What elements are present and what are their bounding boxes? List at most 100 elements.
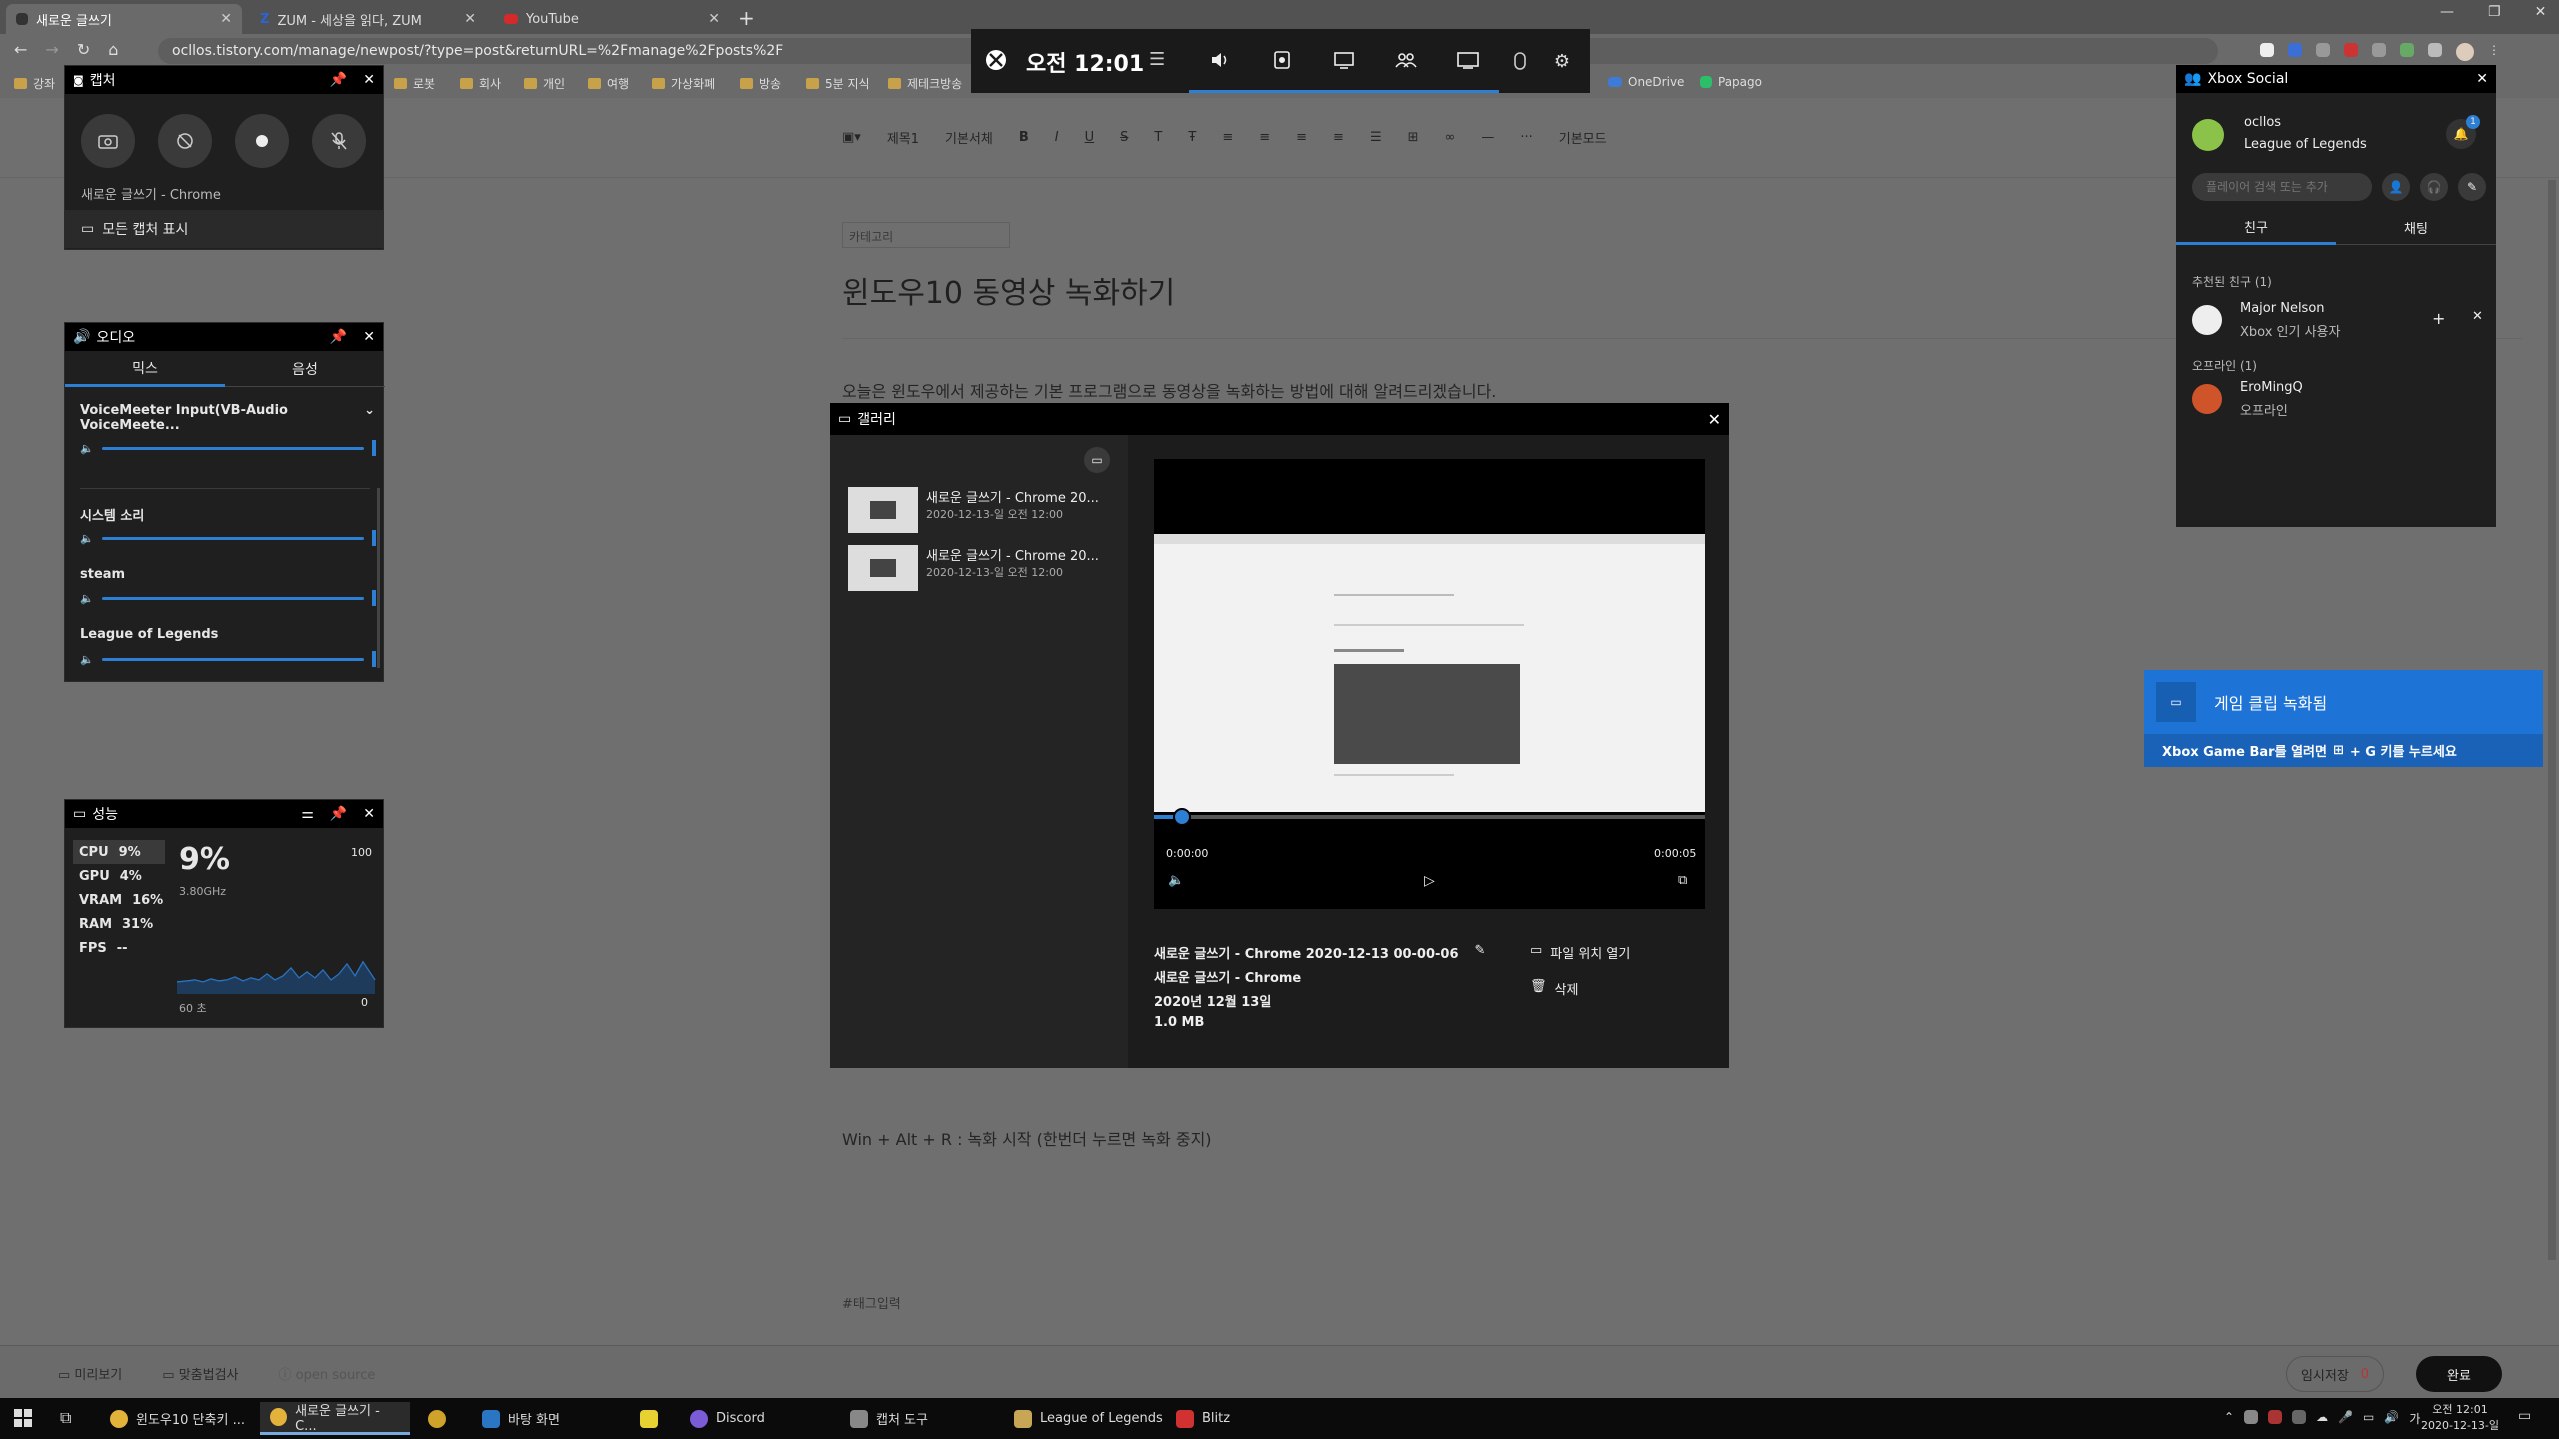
close-icon[interactable]: ✕: [363, 806, 375, 822]
fullscreen-icon[interactable]: ⧉: [1678, 873, 1687, 888]
bookmark-folder[interactable]: 로봇: [394, 75, 435, 92]
record-last-button[interactable]: [158, 114, 212, 168]
search-field[interactable]: [2192, 173, 2372, 201]
bookmark-papago[interactable]: Papago: [1700, 75, 1762, 89]
task-view-icon[interactable]: ⧉: [60, 1408, 71, 1428]
taskbar-item[interactable]: 캡처 도구: [840, 1402, 960, 1435]
player-search-input[interactable]: [2192, 173, 2372, 201]
text-bg-icon[interactable]: Ŧ: [1188, 130, 1196, 145]
profile-avatar[interactable]: [2456, 43, 2474, 61]
back-icon[interactable]: ←: [14, 40, 27, 59]
slider-thumb[interactable]: [371, 440, 376, 456]
taskbar-item[interactable]: 바탕 화면: [472, 1402, 602, 1435]
notifications-button[interactable]: 🔔 1: [2446, 115, 2480, 149]
bookmark-onedrive[interactable]: OneDrive: [1608, 75, 1684, 89]
close-icon[interactable]: ✕: [708, 11, 720, 27]
pin-icon[interactable]: 📌: [330, 329, 347, 345]
extension-icon[interactable]: [2288, 43, 2302, 57]
app-volume-slider[interactable]: 🔈: [80, 530, 376, 546]
device-volume-slider[interactable]: 🔈: [80, 440, 376, 456]
tab-new-post[interactable]: 새로운 글쓰기 ✕: [6, 4, 242, 34]
home-icon[interactable]: ⌂: [108, 40, 118, 59]
tab-youtube[interactable]: YouTube ✕: [494, 4, 730, 34]
tag-input[interactable]: #태그입력: [842, 1293, 901, 1312]
spellcheck-button[interactable]: ▭ 맞춤법검사: [162, 1364, 238, 1383]
maximize-icon[interactable]: ❐: [2488, 4, 2501, 20]
pin-icon[interactable]: 📌: [330, 72, 347, 88]
taskbar-item[interactable]: [630, 1402, 678, 1435]
close-icon[interactable]: ✕: [220, 11, 232, 27]
slider-thumb[interactable]: [371, 651, 376, 667]
close-icon[interactable]: ✕: [464, 11, 476, 27]
compose-icon[interactable]: ✎: [2458, 173, 2486, 201]
align-center-icon[interactable]: ≡: [1259, 130, 1270, 145]
mic-toggle-button[interactable]: [312, 114, 366, 168]
volume-icon[interactable]: 🔊: [2384, 1410, 2399, 1427]
options-icon[interactable]: ⚌: [301, 806, 314, 822]
network-icon[interactable]: ▭: [2363, 1410, 2374, 1427]
slider-thumb[interactable]: [371, 530, 376, 546]
tab-mix[interactable]: 믹스: [65, 351, 225, 387]
strike-icon[interactable]: S: [1120, 130, 1128, 145]
divider-icon[interactable]: —: [1481, 130, 1494, 145]
category-select[interactable]: 카테고리: [842, 222, 1010, 248]
metric-row[interactable]: CPU 9%: [73, 840, 165, 864]
align-right-icon[interactable]: ≡: [1296, 130, 1307, 145]
open-source-link[interactable]: ⓘ open source: [279, 1364, 376, 1383]
window-close-icon[interactable]: ✕: [2535, 4, 2547, 20]
close-icon[interactable]: ✕: [1708, 410, 1721, 429]
metric-row[interactable]: VRAM 16%: [73, 888, 165, 912]
show-all-captures-button[interactable]: ▭ 모든 캡처 표시: [65, 210, 383, 248]
close-icon[interactable]: ✕: [363, 72, 375, 88]
extension-icon[interactable]: [2400, 43, 2414, 57]
italic-icon[interactable]: I: [1055, 130, 1059, 145]
tray-app-icon[interactable]: [2268, 1410, 2283, 1424]
app-volume-slider[interactable]: 🔈: [80, 651, 376, 667]
font-select[interactable]: 기본서체: [945, 128, 993, 147]
add-icon[interactable]: +: [2432, 309, 2445, 328]
puzzle-icon[interactable]: [2428, 43, 2442, 57]
more-icon[interactable]: ···: [1520, 130, 1532, 145]
bookmark-folder[interactable]: 개인: [524, 75, 565, 92]
slider-thumb[interactable]: [371, 590, 376, 606]
taskbar-item[interactable]: 새로운 글쓰기 - C...: [260, 1402, 410, 1435]
taskbar-clock[interactable]: 오전 12:01 2020-12-13-일: [2418, 1401, 2502, 1433]
minimize-icon[interactable]: —: [2440, 4, 2454, 20]
scrollbar[interactable]: [377, 488, 380, 668]
play-button[interactable]: ▷: [1424, 873, 1435, 889]
app-volume-slider[interactable]: 🔈: [80, 590, 376, 606]
seek-thumb[interactable]: [1172, 808, 1191, 826]
close-icon[interactable]: ✕: [2476, 71, 2488, 87]
paragraph-select[interactable]: 제목1: [887, 128, 919, 147]
taskbar-item[interactable]: [418, 1402, 466, 1435]
reload-icon[interactable]: ↻: [77, 40, 90, 59]
action-center-icon[interactable]: ▭: [2518, 1408, 2531, 1424]
tray-app-icon[interactable]: [2244, 1410, 2259, 1424]
table-icon[interactable]: ⊞: [1408, 130, 1419, 145]
friend-row[interactable]: EroMingQ 오프라인: [2192, 380, 2482, 420]
volume-icon[interactable]: 🔈: [1168, 873, 1184, 888]
bookmark-folder[interactable]: 여행: [588, 75, 629, 92]
publish-button[interactable]: 완료: [2416, 1356, 2502, 1392]
post-title[interactable]: 윈도우10 동영상 녹화하기: [842, 268, 1175, 312]
extension-icon[interactable]: [2344, 43, 2358, 57]
link-icon[interactable]: ∞: [1445, 130, 1456, 145]
body-paragraph[interactable]: Win + Alt + R : 녹화 시작 (한번더 누르면 녹화 중지): [842, 1126, 1212, 1150]
bookmark-folder[interactable]: 방송: [740, 75, 781, 92]
page-scrollbar[interactable]: [2548, 180, 2556, 1260]
tab-zum[interactable]: Z ZUM - 세상을 읽다, ZUM ✕: [250, 4, 486, 34]
body-paragraph[interactable]: 오늘은 윈도우에서 제공하는 기본 프로그램으로 동영상을 녹화하는 방법에 대…: [842, 378, 1496, 402]
video-player[interactable]: 0:00:00 0:00:05 🔈 ▷ ⧉: [1154, 459, 1705, 909]
tab-friends[interactable]: 친구: [2176, 211, 2336, 245]
add-friend-icon[interactable]: 👤: [2382, 173, 2410, 201]
preview-button[interactable]: ▭ 미리보기: [58, 1364, 122, 1383]
taskbar-item[interactable]: Blitz: [1166, 1402, 1266, 1435]
image-icon[interactable]: ▣▾: [842, 130, 861, 145]
widget-menu-icon[interactable]: ☰: [1149, 49, 1165, 70]
audio-widget-icon[interactable]: [1189, 29, 1251, 93]
windows-start-icon[interactable]: [14, 1409, 32, 1427]
view-toggle-icon[interactable]: ▭: [1084, 447, 1110, 473]
bookmark-folder[interactable]: 5분 지식: [806, 75, 870, 92]
underline-icon[interactable]: U: [1085, 130, 1095, 145]
extension-icon[interactable]: [2372, 43, 2386, 57]
